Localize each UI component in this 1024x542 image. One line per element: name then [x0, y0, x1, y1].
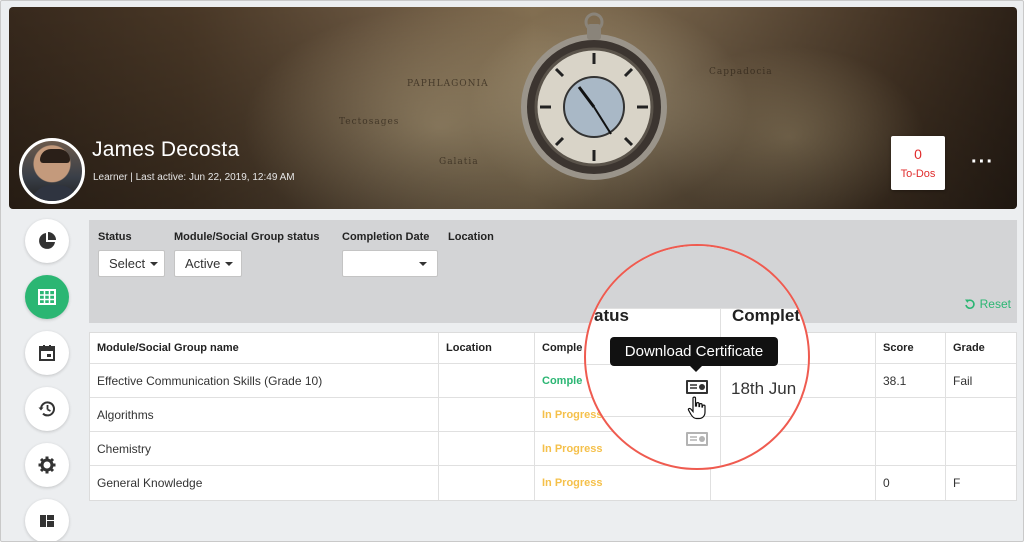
pie-chart-icon — [39, 232, 56, 249]
map-label: Galatia — [439, 157, 479, 167]
profile-banner: PAPHLAGONIA Galatia Cappadocia Tectosage… — [9, 7, 1017, 209]
module-location — [439, 364, 535, 397]
hand-pointer-cursor-icon — [687, 396, 706, 420]
table-row: Effective Communication Skills (Grade 10… — [90, 364, 1016, 398]
todos-label: To-Dos — [900, 168, 936, 180]
calendar-icon — [39, 345, 55, 361]
reset-button[interactable]: Reset — [964, 297, 1011, 311]
header-grade[interactable]: Grade — [946, 333, 1018, 363]
module-name: General Knowledge — [90, 466, 439, 500]
status-filter-label: Status — [98, 231, 132, 243]
module-grade — [946, 432, 1018, 465]
map-label: PAPHLAGONIA — [407, 79, 489, 89]
module-name: Effective Communication Skills (Grade 10… — [90, 364, 439, 397]
module-grade — [946, 398, 1018, 431]
filter-panel: Status Module/Social Group status Comple… — [89, 220, 1017, 323]
module-score: 38.1 — [876, 364, 946, 397]
module-grade: Fail — [953, 373, 973, 388]
chevron-down-icon — [150, 261, 159, 266]
status-select[interactable]: Select — [98, 250, 165, 277]
user-meta: Learner | Last active: Jun 22, 2019, 12:… — [93, 172, 295, 183]
avatar-shirt — [30, 185, 80, 201]
table-row: Algorithms In Progress — [90, 398, 1016, 432]
table-header-row: Module/Social Group name Location Comple… — [90, 333, 1016, 364]
table-row: General Knowledge In Progress 0 F — [90, 466, 1016, 500]
module-status-filter-label: Module/Social Group status — [174, 231, 320, 243]
map-label: Cappadocia — [709, 67, 773, 77]
module-score: 0 — [876, 466, 946, 500]
module-location — [439, 466, 535, 500]
avatar[interactable] — [19, 138, 85, 204]
sidebar-item-dashboard[interactable] — [25, 499, 69, 541]
module-score — [876, 432, 946, 465]
header-location[interactable]: Location — [439, 333, 535, 363]
module-score — [876, 398, 946, 431]
table-grid-icon — [38, 289, 56, 305]
divider — [720, 308, 721, 468]
status-badge: Comple — [542, 374, 583, 387]
module-name: Algorithms — [90, 398, 439, 431]
download-certificate-icon[interactable] — [685, 379, 709, 397]
download-certificate-tooltip: Download Certificate — [610, 337, 778, 372]
module-status-select[interactable]: Active — [174, 250, 242, 277]
completion-date-filter-label: Completion Date — [342, 231, 430, 243]
sidebar-item-analytics[interactable] — [25, 219, 69, 263]
todos-count: 0 — [914, 146, 922, 162]
module-completion — [711, 466, 876, 500]
reset-icon — [964, 299, 975, 309]
sidebar-item-history[interactable] — [25, 387, 69, 431]
header-score[interactable]: Score — [876, 333, 946, 363]
gear-icon — [38, 456, 56, 474]
magnified-completion-date: 18th Jun — [731, 379, 797, 398]
sidebar-item-settings[interactable] — [25, 443, 69, 487]
module-location — [439, 398, 535, 431]
certificate-icon[interactable] — [685, 431, 709, 449]
module-name: Chemistry — [90, 432, 439, 465]
module-status-cell: In Progress — [535, 466, 711, 500]
app-frame: PAPHLAGONIA Galatia Cappadocia Tectosage… — [0, 0, 1024, 542]
dashboard-layout-icon — [40, 515, 54, 527]
chevron-down-icon — [225, 261, 234, 266]
history-icon — [38, 401, 55, 417]
table-row: Chemistry In Progress — [90, 432, 1016, 466]
todos-widget[interactable]: 0 To-Dos — [891, 136, 945, 190]
magnifier-filter-strip — [586, 246, 808, 308]
completion-date-select[interactable] — [342, 250, 438, 277]
user-name: James Decosta — [92, 138, 240, 161]
magnified-status-header: atus — [594, 306, 629, 325]
module-grade: F — [953, 476, 961, 490]
pocket-watch-image — [521, 12, 667, 180]
sidebar-item-modules-table[interactable] — [25, 275, 69, 319]
chevron-down-icon — [419, 261, 427, 266]
module-location — [439, 432, 535, 465]
more-dots-icon[interactable]: ··· — [971, 152, 994, 172]
avatar-hair — [40, 149, 70, 163]
modules-table: Module/Social Group name Location Comple… — [89, 332, 1017, 501]
module-status-select-value: Active — [185, 256, 221, 271]
status-badge: In Progress — [542, 477, 603, 489]
status-select-value: Select — [109, 256, 146, 271]
header-module-name[interactable]: Module/Social Group name — [90, 333, 439, 363]
location-filter-label: Location — [448, 231, 494, 243]
map-label: Tectosages — [339, 117, 400, 127]
sidebar-item-calendar[interactable] — [25, 331, 69, 375]
magnified-completion-header: Complet — [732, 306, 800, 325]
reset-label: Reset — [979, 297, 1011, 311]
